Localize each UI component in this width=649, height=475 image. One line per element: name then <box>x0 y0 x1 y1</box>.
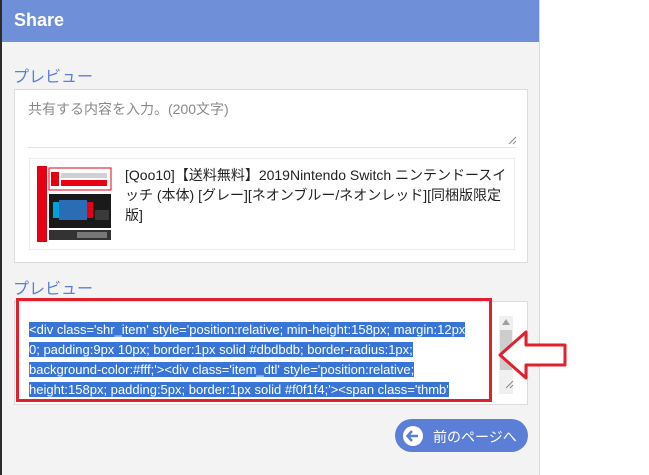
item-title: [Qoo10]【送料無料】2019Nintendo Switch ニンテンドース… <box>125 167 507 223</box>
back-button-label: 前のページへ <box>433 429 517 445</box>
product-thumbnail-image <box>37 166 113 242</box>
dialog-header: Share <box>2 0 539 42</box>
outline-left-arrow-icon <box>498 330 567 380</box>
preview-panel: [Qoo10]【送料無料】2019Nintendo Switch ニンテンドース… <box>14 89 528 263</box>
dialog-title: Share <box>14 10 65 30</box>
scroll-up-icon[interactable] <box>502 319 510 325</box>
back-button[interactable]: 前のページへ <box>395 419 528 452</box>
item-card[interactable]: [Qoo10]【送料無料】2019Nintendo Switch ニンテンドース… <box>29 158 515 250</box>
highlight-annotation-box <box>16 298 492 402</box>
share-dialog: Share プレビュー [Qoo10]【送料無料】20 <box>2 0 540 475</box>
left-arrow-icon <box>403 426 423 446</box>
resize-grip-icon[interactable] <box>507 135 517 145</box>
embed-code-label: プレビュー <box>13 281 94 298</box>
share-text-input[interactable] <box>28 99 516 148</box>
preview-label: プレビュー <box>13 69 94 86</box>
